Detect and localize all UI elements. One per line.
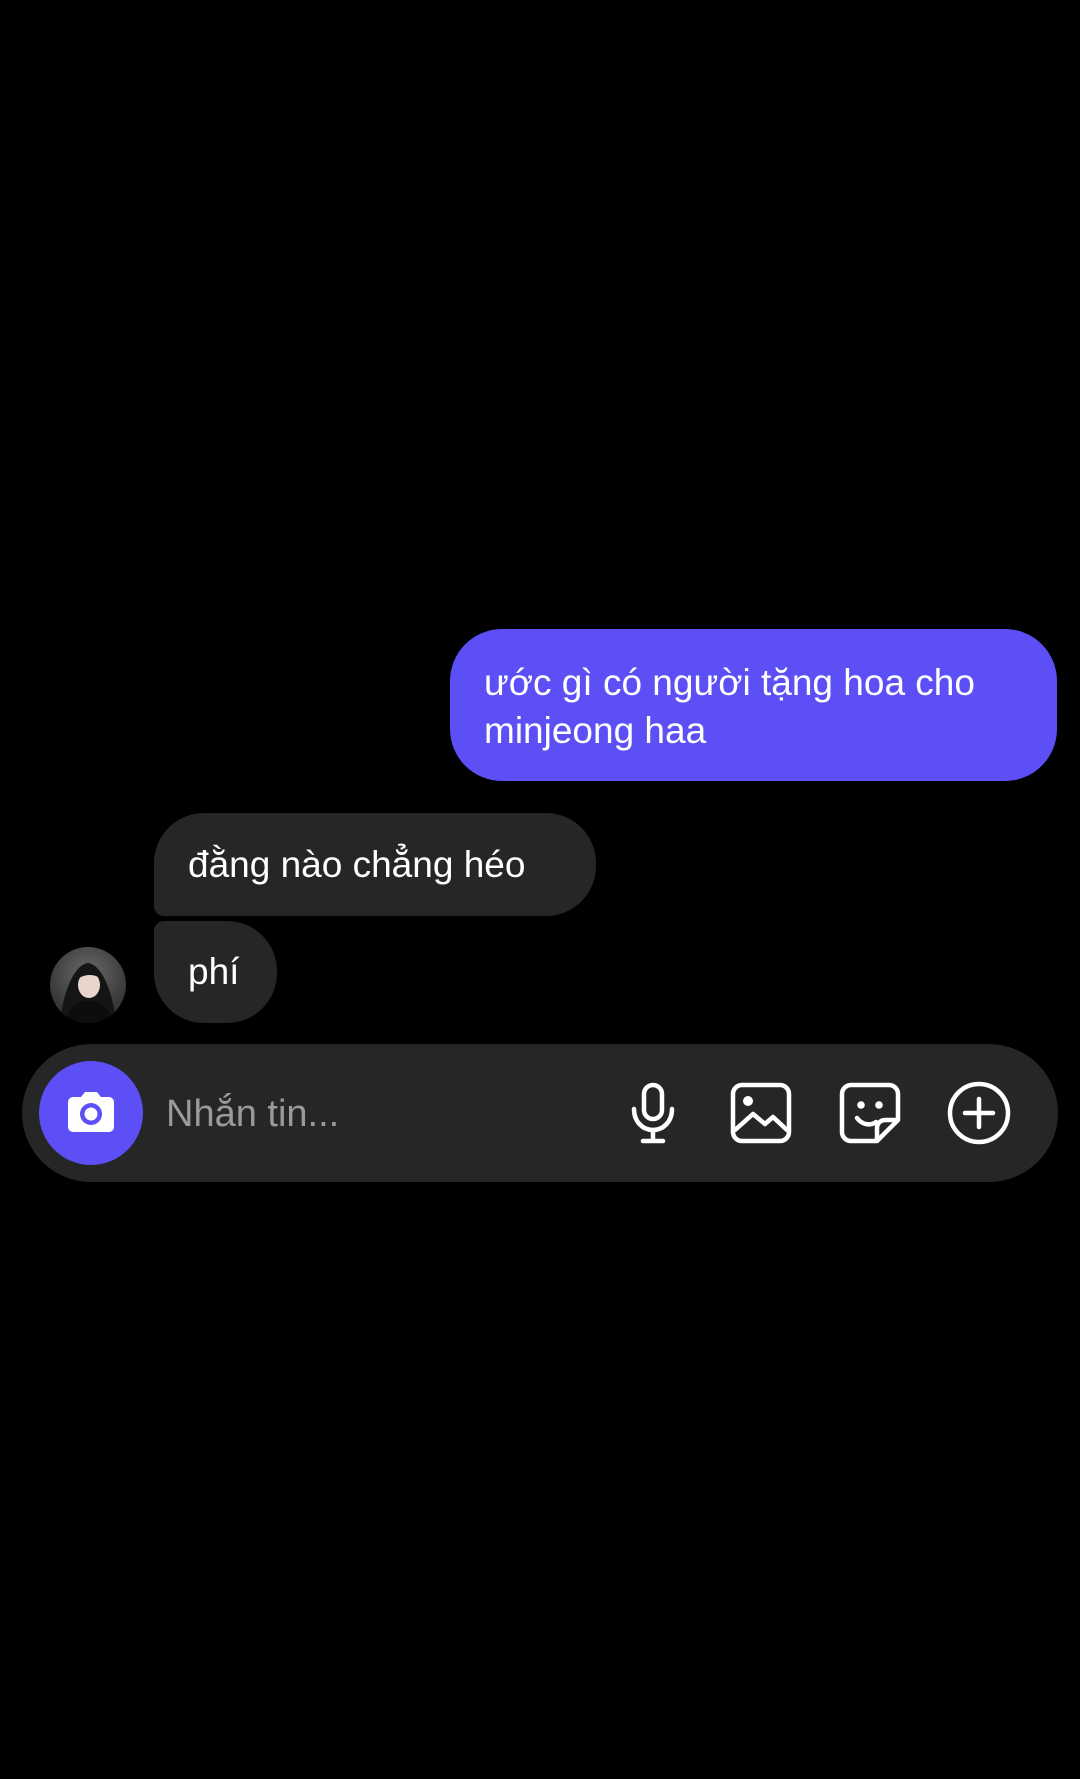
sticker-icon: [839, 1082, 901, 1144]
outgoing-message-bubble[interactable]: ước gì có người tặng hoa cho minjeong ha…: [450, 629, 1057, 781]
microphone-button[interactable]: [618, 1078, 688, 1148]
incoming-message-bubble[interactable]: đằng nào chẳng héo: [154, 813, 596, 916]
camera-button[interactable]: [39, 1061, 143, 1165]
camera-icon: [68, 1092, 114, 1132]
incoming-message-bubble[interactable]: phí: [154, 921, 277, 1023]
message-text: ước gì có người tặng hoa cho minjeong ha…: [484, 662, 975, 751]
gallery-button[interactable]: [726, 1078, 796, 1148]
sticker-button[interactable]: [835, 1078, 905, 1148]
plus-circle-icon: [947, 1081, 1011, 1145]
message-text: đằng nào chẳng héo: [188, 844, 526, 885]
image-icon: [730, 1082, 792, 1144]
message-input[interactable]: [166, 1086, 606, 1142]
microphone-icon: [631, 1082, 675, 1144]
message-text: phí: [188, 951, 240, 992]
more-button[interactable]: [944, 1078, 1014, 1148]
message-composer: [22, 1044, 1058, 1182]
sender-avatar[interactable]: [50, 947, 126, 1023]
